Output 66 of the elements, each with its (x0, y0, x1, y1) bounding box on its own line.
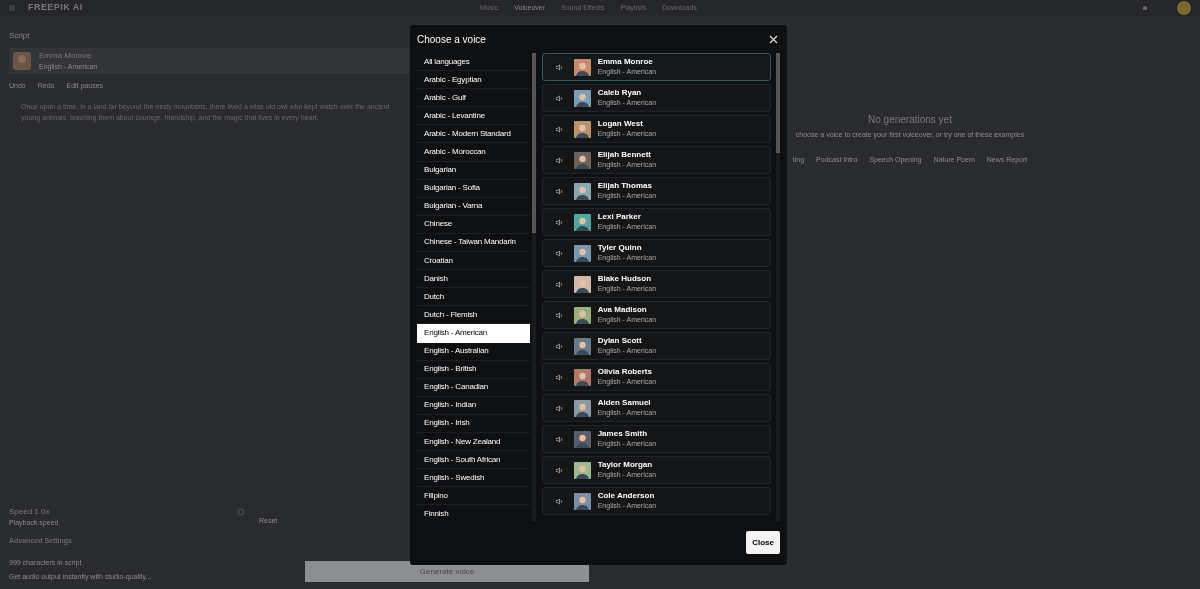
empty-state-title: No generations yet (868, 113, 952, 127)
voice-name: Caleb Ryan (597, 88, 643, 98)
language-option[interactable]: Arabic - Levantine (417, 107, 530, 126)
close-icon[interactable] (769, 34, 778, 44)
language-option[interactable]: English - American (417, 324, 530, 343)
language-option[interactable]: Bulgarian (417, 161, 530, 180)
speaker-icon[interactable] (555, 156, 563, 164)
speaker-icon[interactable] (555, 404, 563, 412)
bell-icon[interactable] (1141, 4, 1149, 12)
voice-name: Elijah Bennett (597, 150, 652, 160)
voice-name: Tyler Quinn (597, 243, 643, 253)
language-option[interactable]: Chinese - Taiwan Mandarin (417, 233, 530, 253)
language-option[interactable]: Arabic - Moroccan (417, 143, 530, 162)
language-option[interactable]: Filipino (417, 487, 530, 506)
voice-name: Emma Monroe (597, 57, 654, 67)
language-option[interactable]: Chinese (417, 215, 530, 234)
speaker-icon[interactable] (555, 497, 563, 505)
language-option[interactable]: English - Indian (417, 396, 530, 415)
voice-name: Lexi Parker (597, 212, 642, 222)
info-icon (237, 507, 245, 516)
language-option[interactable]: Dutch (417, 288, 530, 307)
voice-name: Aiden Samuel (597, 398, 652, 408)
speaker-icon[interactable] (555, 94, 563, 102)
language-option[interactable]: Arabic - Egyptian (417, 71, 530, 90)
language-option[interactable]: Bulgarian - Varna (417, 197, 530, 216)
speaker-icon[interactable] (555, 311, 563, 319)
language-option[interactable]: English - South African (417, 451, 530, 470)
speed-label: Speed 1.0x (9, 505, 51, 518)
voice-name: Cole Anderson (597, 491, 656, 501)
speaker-icon[interactable] (555, 63, 563, 71)
voice-name: Ava Madison (597, 305, 648, 315)
language-option[interactable]: English - Swedish (417, 469, 530, 488)
language-option[interactable]: All languages (417, 53, 530, 72)
language-option[interactable]: English - British (417, 360, 530, 379)
speaker-icon[interactable] (555, 435, 563, 443)
language-option[interactable]: Arabic - Gulf (417, 89, 530, 108)
language-option[interactable]: Arabic - Modern Standard (417, 125, 530, 144)
voice-name: Elijah Thomas (597, 181, 653, 191)
language-option[interactable]: English - Irish (417, 414, 530, 433)
speaker-icon[interactable] (555, 466, 563, 474)
voice-name: James Smith (597, 429, 649, 439)
language-option[interactable]: Finnish (417, 505, 530, 521)
language-option[interactable]: English - Australian (417, 342, 530, 361)
voice-name: Dylan Scott (597, 336, 643, 346)
speaker-icon[interactable] (555, 125, 563, 133)
avatar-icon[interactable] (1177, 1, 1191, 15)
voice-name: Blake Hudson (597, 274, 652, 284)
language-option[interactable]: Croatian (417, 252, 530, 271)
voice-name: Logan West (597, 119, 644, 129)
language-option[interactable]: English - Canadian (417, 378, 530, 397)
section-heading: Script (9, 30, 30, 42)
voice-name: Olivia Roberts (597, 367, 653, 377)
speaker-icon[interactable] (555, 249, 563, 257)
speaker-icon[interactable] (555, 218, 563, 226)
scrollbar[interactable] (531, 53, 536, 521)
language-option[interactable]: Danish (417, 270, 530, 289)
speaker-icon[interactable] (555, 342, 563, 350)
speaker-icon[interactable] (555, 373, 563, 381)
language-option[interactable]: English - New Zealand (417, 432, 530, 452)
dialog-title: Choose a voice (417, 32, 486, 47)
close-button[interactable]: Close (746, 531, 780, 554)
voice-name: Taylor Morgan (597, 460, 654, 470)
speaker-icon[interactable] (555, 187, 563, 195)
voice-avatar-icon (13, 52, 31, 70)
speaker-icon[interactable] (555, 280, 563, 288)
language-option[interactable]: Bulgarian - Sofia (417, 179, 530, 198)
